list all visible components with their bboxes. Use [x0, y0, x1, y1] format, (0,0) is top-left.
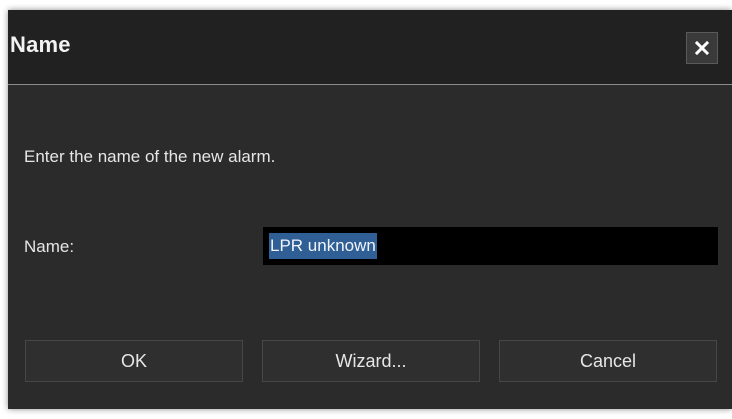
close-icon [695, 41, 709, 55]
wizard-button[interactable]: Wizard... [262, 340, 480, 382]
dialog-titlebar: Name [8, 10, 732, 85]
instruction-text: Enter the name of the new alarm. [24, 147, 276, 166]
dialog-body: Enter the name of the new alarm. Name: L… [8, 85, 732, 409]
name-input[interactable] [263, 227, 718, 265]
dialog-title: Name [10, 32, 71, 57]
name-label: Name: [24, 237, 75, 256]
close-button[interactable] [686, 32, 718, 64]
ok-button[interactable]: OK [25, 340, 243, 382]
cancel-button[interactable]: Cancel [499, 340, 717, 382]
name-dialog: Name Enter the name of the new alarm. Na… [8, 10, 732, 409]
